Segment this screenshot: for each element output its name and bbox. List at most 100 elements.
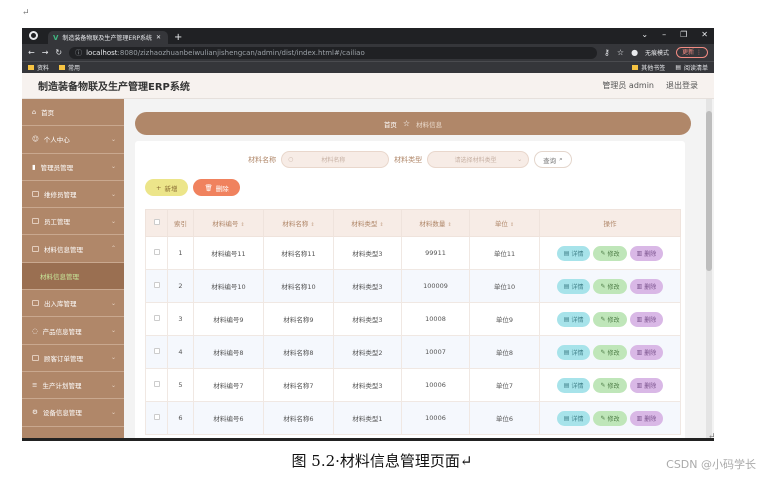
sidebar-item-plans[interactable]: ≡ 生产计划管理 ⌄ — [22, 372, 124, 400]
star-icon[interactable]: ☆ — [617, 48, 624, 57]
edit-button[interactable]: ✎ 修改 — [593, 245, 627, 261]
browser-tab[interactable]: V 制造装备物联及生产管理ERP系统 ✕ — [48, 31, 168, 44]
checkbox[interactable] — [153, 414, 160, 420]
edit-label: 修改 — [607, 349, 620, 357]
bookmark-label: 常用 — [68, 65, 81, 72]
detail-button[interactable]: ▤ 详情 — [556, 410, 591, 426]
sidebar-item-products[interactable]: ◌ 产品信息管理 ⌄ — [22, 317, 124, 345]
detail-button[interactable]: ▤ 详情 — [556, 278, 591, 294]
bookmark-folder[interactable]: 常用 — [59, 63, 80, 72]
sidebar-item-employees[interactable]: 员工管理 ⌄ — [22, 208, 124, 236]
checkbox[interactable] — [153, 219, 160, 225]
column-header[interactable]: 材料名称 ⇕ — [263, 209, 334, 237]
app-title: 制造装备物联及生产管理ERP系统 — [38, 82, 190, 93]
sort-icon[interactable]: ⇕ — [510, 222, 514, 228]
wrench-icon — [32, 191, 39, 198]
reading-list[interactable]: ▤ 阅读清单 — [675, 63, 708, 72]
delete-button[interactable]: ▥ 删除 — [629, 410, 664, 426]
checkbox[interactable] — [153, 249, 160, 255]
edit-button[interactable]: ✎ 修改 — [593, 377, 627, 393]
row-checkbox-cell[interactable] — [145, 236, 168, 270]
row-checkbox-cell[interactable] — [145, 401, 168, 435]
chevron-down-icon: ⌄ — [110, 135, 116, 143]
forward-arrow-icon[interactable]: → — [42, 48, 49, 57]
bookmark-label: 其他书签 — [641, 65, 666, 72]
document-icon: ▤ — [563, 315, 570, 323]
delete-button[interactable]: ▥ 删除 — [629, 344, 664, 360]
sidebar-item-home[interactable]: ⌂ 首页 — [22, 99, 124, 127]
breadcrumb-home[interactable]: 首页 — [384, 119, 397, 129]
column-header[interactable]: 材料数量 ⇕ — [401, 209, 470, 237]
table-cell: 材料名称8 — [263, 335, 334, 369]
folder-icon — [59, 65, 66, 70]
sort-icon[interactable]: ⇕ — [379, 222, 383, 228]
bookmark-folder[interactable]: 资料 — [28, 63, 49, 72]
edit-button[interactable]: ✎ 修改 — [593, 410, 627, 426]
other-bookmarks[interactable]: 其他书签 — [632, 63, 665, 72]
chevron-down-icon[interactable]: ⌄ — [641, 30, 648, 39]
query-button[interactable]: 查询 ⌕ — [534, 151, 572, 168]
add-button[interactable]: + 新增 — [145, 179, 189, 196]
sort-icon[interactable]: ⇕ — [240, 222, 244, 228]
column-header[interactable]: 单位 ⇕ — [469, 209, 540, 237]
sidebar-subitem-materials[interactable]: 材料信息管理 — [22, 262, 124, 291]
checkbox[interactable] — [153, 348, 160, 354]
maximize-icon[interactable]: ❐ — [680, 30, 687, 39]
row-checkbox-cell[interactable] — [145, 269, 168, 303]
delete-button[interactable]: ▥ 删除 — [629, 377, 664, 393]
table-cell: 100009 — [401, 269, 470, 303]
sidebar-item-materials[interactable]: 材料信息管理 ⌃ — [22, 235, 124, 263]
back-arrow-icon[interactable]: ← — [28, 48, 35, 57]
detail-button[interactable]: ▤ 详情 — [556, 245, 591, 261]
material-name-input[interactable]: ○ 材料名称 — [281, 151, 390, 168]
minimize-icon[interactable]: – — [662, 30, 666, 39]
sidebar-item-repairers[interactable]: 维修员管理 ⌄ — [22, 181, 124, 209]
delete-button[interactable]: ▥ 删除 — [629, 245, 664, 261]
sidebar-item-profile[interactable]: ☺ 个人中心 ⌄ — [22, 126, 124, 154]
delete-button[interactable]: ▥ 删除 — [629, 311, 664, 327]
chart-icon: ▮ — [32, 162, 36, 171]
tab-title: 制造装备物联及生产管理ERP系统 — [62, 35, 153, 42]
material-type-select[interactable]: 请选择材料类型 ⌄ — [427, 151, 530, 168]
url-host: localhost — [86, 48, 118, 57]
row-checkbox-cell[interactable] — [145, 335, 168, 369]
sort-icon[interactable]: ⇕ — [310, 222, 314, 228]
close-icon[interactable]: ✕ — [701, 30, 708, 39]
delete-button[interactable]: ▥ 删除 — [629, 278, 664, 294]
batch-delete-button[interactable]: 🗑 删除 — [193, 179, 240, 196]
table-cell: 材料编号6 — [193, 401, 264, 435]
new-tab-button[interactable]: + — [174, 32, 182, 44]
column-header[interactable]: 材料编号 ⇕ — [193, 209, 264, 237]
sidebar-item-orders[interactable]: 顾客订单管理 ⌄ — [22, 345, 124, 372]
checkbox[interactable] — [153, 381, 160, 387]
detail-button[interactable]: ▤ 详情 — [556, 344, 591, 360]
tab-close-icon[interactable]: ✕ — [156, 34, 161, 41]
column-header[interactable]: 材料类型 ⇕ — [333, 209, 402, 237]
sidebar-item-devices[interactable]: ⚙ 设备信息管理 ⌄ — [22, 399, 124, 427]
url-field[interactable]: ⓘ localhost :8080/zizhaozhuanbeiwulianji… — [69, 46, 598, 59]
checkbox[interactable] — [153, 315, 160, 321]
row-checkbox-cell[interactable] — [145, 368, 168, 402]
sidebar-item-admins[interactable]: ▮ 管理员管理 ⌄ — [22, 154, 124, 181]
reload-icon[interactable]: ↻ — [55, 48, 62, 57]
pin-icon: ◌ — [32, 326, 38, 335]
row-checkbox-cell[interactable] — [145, 302, 168, 336]
browser-menu-icon[interactable] — [29, 31, 38, 40]
checkbox[interactable] — [153, 282, 160, 288]
detail-button[interactable]: ▤ 详情 — [556, 311, 591, 327]
sort-icon[interactable]: ⇕ — [447, 222, 451, 228]
page-scrollbar[interactable] — [706, 99, 712, 438]
chevron-down-icon: ⌄ — [110, 354, 116, 362]
edit-button[interactable]: ✎ 修改 — [593, 311, 627, 327]
update-button[interactable]: 更新 ⋮ — [676, 47, 708, 58]
select-all-checkbox[interactable] — [145, 209, 168, 237]
detail-button[interactable]: ▤ 详情 — [556, 377, 591, 393]
bookmark-label: 资料 — [37, 65, 50, 72]
scrollbar-thumb[interactable] — [706, 111, 712, 271]
edit-button[interactable]: ✎ 修改 — [593, 344, 627, 360]
logout-link[interactable]: 退出登录 — [666, 80, 698, 91]
paragraph-mark: ↵ — [22, 8, 30, 18]
sidebar-item-stock[interactable]: 出入库管理 ⌄ — [22, 290, 124, 318]
edit-button[interactable]: ✎ 修改 — [593, 278, 627, 294]
key-icon[interactable]: ⚷ — [604, 48, 610, 57]
